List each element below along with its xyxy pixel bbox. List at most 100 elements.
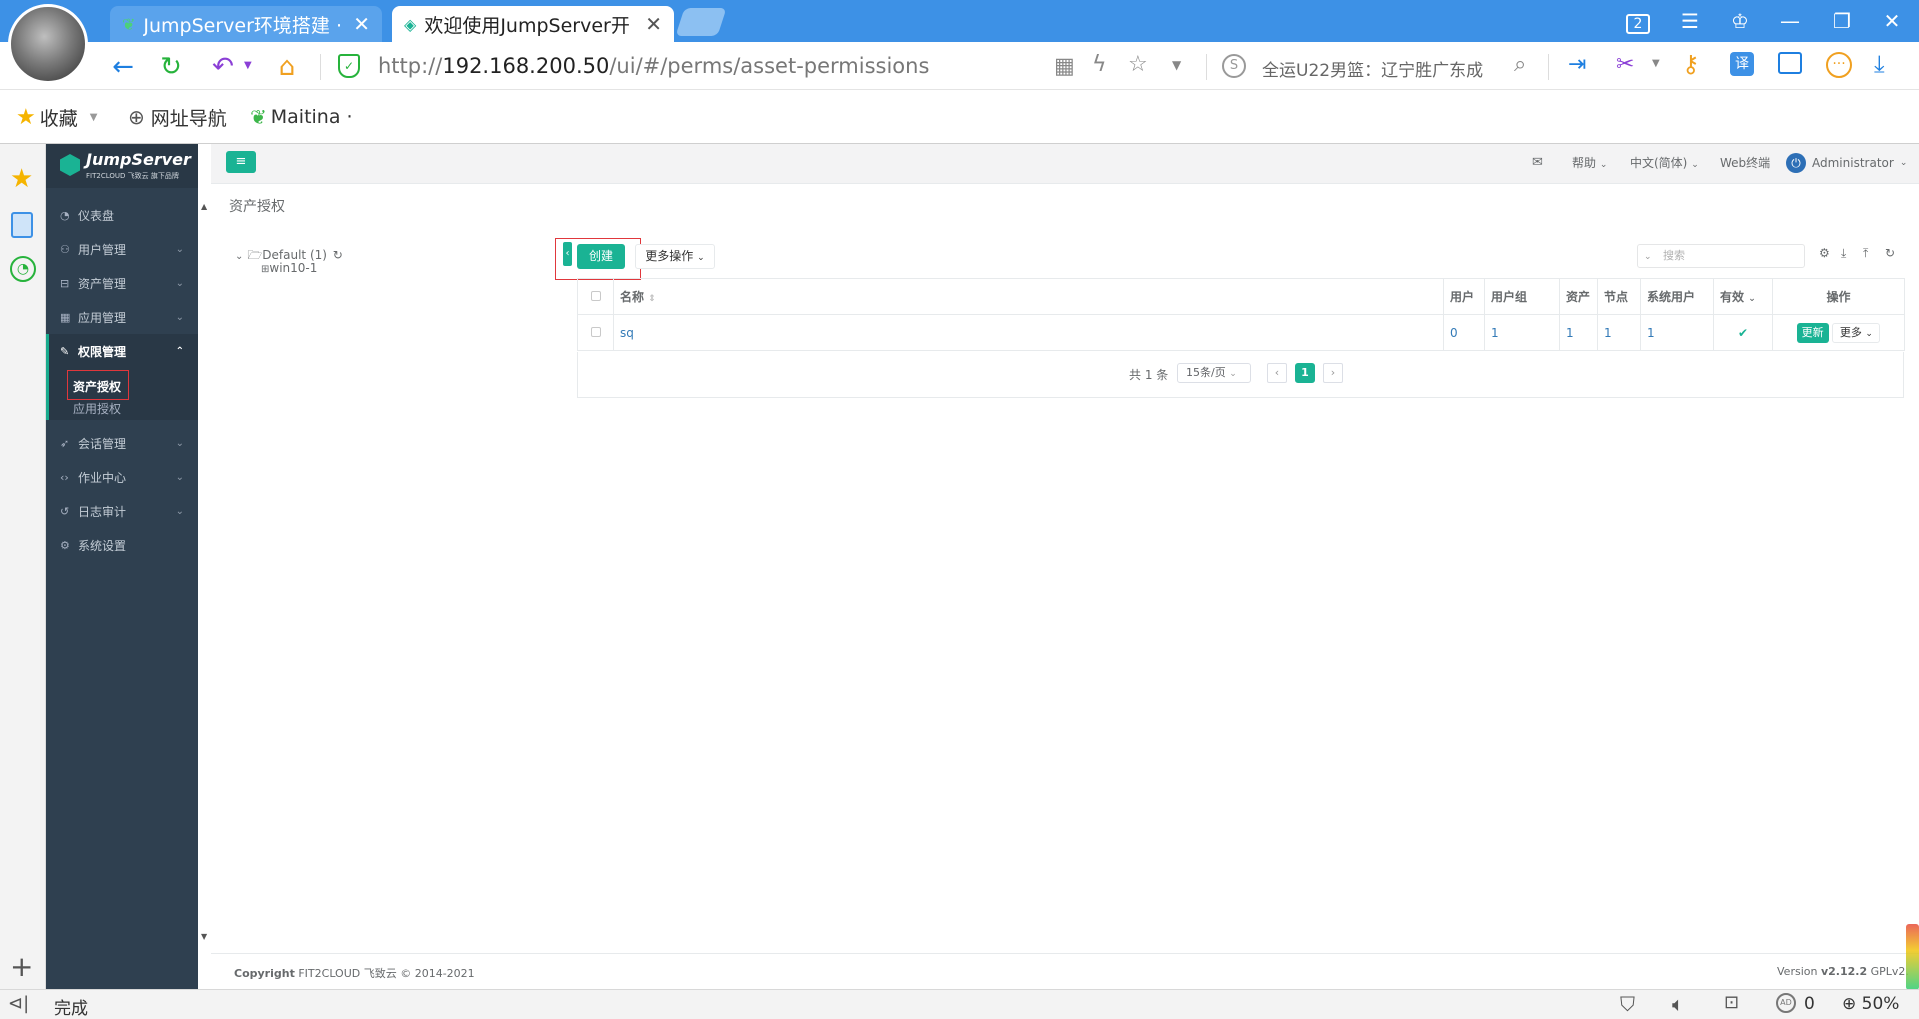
user-menu[interactable]: ⏻ Administrator ⌄ — [1786, 150, 1907, 176]
ad-block-icon[interactable]: AD — [1776, 993, 1796, 1013]
login-icon[interactable]: ⇥ — [1568, 52, 1586, 77]
search-input[interactable]: 全运U22男篮：辽宁胜广东成 — [1262, 56, 1506, 80]
bookmark-favorites[interactable]: ★ 收藏 ▼ — [16, 104, 97, 130]
back-icon[interactable]: ← — [106, 50, 140, 84]
users-count-link[interactable]: 0 — [1450, 326, 1458, 340]
minimize-button[interactable]: — — [1770, 8, 1810, 34]
refresh-icon[interactable]: ↻ — [333, 248, 343, 262]
zoom-control[interactable]: ⊕ 50% — [1842, 994, 1899, 1014]
chevron-down-icon[interactable]: ▼ — [1172, 58, 1181, 72]
security-shield-icon[interactable]: ✓ — [338, 54, 360, 78]
close-icon[interactable]: ✕ — [645, 12, 662, 36]
qr-code-icon[interactable]: ▦ — [1054, 54, 1075, 79]
sidebar-item-sessions[interactable]: ➶ 会话管理 ⌄ — [46, 426, 198, 460]
tab-jumpserver-welcome[interactable]: ◈ 欢迎使用JumpServer开 ✕ — [392, 6, 674, 42]
undo-icon[interactable]: ↶ — [206, 50, 240, 84]
sidebar-item-users[interactable]: ⚇ 用户管理 ⌄ — [46, 232, 198, 266]
row-checkbox[interactable] — [577, 314, 614, 351]
user-groups-count-link[interactable]: 1 — [1491, 326, 1499, 340]
tab-counter[interactable]: 2 — [1618, 8, 1658, 34]
shield-icon[interactable]: ⛉ — [1620, 992, 1635, 1016]
import-icon[interactable]: ⤒ — [1863, 246, 1868, 261]
page-size-select[interactable]: 15条/页 ⌄ — [1177, 363, 1251, 383]
scissors-icon[interactable]: ✂ — [1616, 52, 1634, 77]
column-name[interactable]: 名称 ⇕ — [613, 278, 1444, 315]
sidebar-item-dashboard[interactable]: ◔ 仪表盘 — [46, 198, 198, 232]
menu-icon[interactable]: ☰ — [1670, 8, 1710, 34]
skin-icon[interactable]: ♔ — [1720, 8, 1760, 34]
sidebar-item-settings[interactable]: ⚙ 系统设置 — [46, 528, 198, 562]
lightning-icon[interactable]: ϟ — [1092, 52, 1107, 77]
search-icon[interactable]: ⌕ — [1514, 52, 1526, 77]
sidebar-item-assets[interactable]: ⊟ 资产管理 ⌄ — [46, 266, 198, 300]
restore-button[interactable]: ❐ — [1822, 8, 1862, 34]
power-icon: ⏻ — [1786, 153, 1806, 173]
permission-name-link[interactable]: sq — [620, 326, 634, 340]
nodes-count-link[interactable]: 1 — [1604, 326, 1612, 340]
scroll-up-arrow[interactable]: ▲ — [201, 202, 207, 211]
bookmark-maitina[interactable]: ❦ Maitina · — [250, 104, 353, 130]
sidebar-scrollbar[interactable]: ▲ ▼ — [198, 144, 211, 949]
sidebar-item-audit[interactable]: ↺ 日志审计 ⌄ — [46, 494, 198, 528]
row-more-dropdown[interactable]: 更多 ⌄ — [1832, 322, 1881, 343]
select-all-checkbox[interactable] — [577, 278, 614, 315]
next-page-button[interactable]: › — [1323, 363, 1343, 383]
star-icon[interactable]: ☆ — [1128, 52, 1148, 77]
tree-node[interactable]: ⊞win10-1 — [261, 261, 317, 275]
sidebar-toggle-icon[interactable]: ⊲| — [8, 993, 29, 1014]
close-icon[interactable]: ✕ — [353, 12, 370, 36]
add-panel-icon[interactable]: + — [10, 950, 33, 983]
chevron-down-icon[interactable]: ▼ — [1652, 58, 1660, 69]
sort-icon[interactable]: ⇕ — [648, 294, 656, 304]
more-actions-dropdown[interactable]: 更多操作 ⌄ — [635, 244, 715, 269]
column-valid[interactable]: 有效 ⌄ — [1713, 278, 1773, 315]
refresh-icon[interactable]: ↻ — [1885, 246, 1895, 260]
settings-icon[interactable]: ⚙ — [1819, 246, 1830, 260]
app-logo[interactable]: JumpServer FIT2CLOUD 飞致云 旗下品牌 — [46, 144, 198, 188]
prev-page-button[interactable]: ‹ — [1267, 363, 1287, 383]
page-1-button[interactable]: 1 — [1295, 363, 1315, 383]
close-window-button[interactable]: ✕ — [1872, 8, 1912, 34]
bookmark-nav[interactable]: ⊕ 网址导航 — [128, 104, 227, 130]
speaker-icon[interactable]: 🔈︎ — [1672, 992, 1684, 1016]
chevron-down-icon[interactable]: ⌄ — [235, 251, 243, 262]
sidebar-item-asset-permissions[interactable]: 资产授权 — [73, 378, 121, 395]
tablet-icon[interactable] — [11, 212, 33, 238]
new-tab-button[interactable] — [675, 8, 727, 36]
app-sidebar: ◔ 仪表盘 ⚇ 用户管理 ⌄ ⊟ 资产管理 ⌄ ▦ 应用管理 ⌄ ✎ 权限管理 … — [46, 144, 198, 989]
briefcase-icon[interactable]: ⊡ — [1724, 992, 1739, 1013]
export-icon[interactable]: ⤓ — [1841, 246, 1846, 261]
sidebar-item-applications[interactable]: ▦ 应用管理 ⌄ — [46, 300, 198, 334]
avatar[interactable] — [8, 4, 88, 84]
sidebar-item-permissions[interactable]: ✎ 权限管理 ⌃ — [46, 334, 198, 368]
web-terminal-link[interactable]: Web终端 — [1720, 150, 1770, 176]
sidebar-item-jobs[interactable]: ‹› 作业中心 ⌄ — [46, 460, 198, 494]
sidebar-item-app-permissions[interactable]: 应用授权 — [73, 400, 121, 417]
refresh-icon[interactable]: ↻ — [154, 50, 188, 84]
search-input[interactable]: ⌄ 搜索 — [1637, 244, 1805, 268]
home-icon[interactable]: ⌂ — [270, 50, 304, 84]
scroll-down-arrow[interactable]: ▼ — [201, 932, 207, 941]
system-users-count-link[interactable]: 1 — [1647, 326, 1655, 340]
url-field[interactable]: http://192.168.200.50/ui/#/perms/asset-p… — [378, 50, 1018, 82]
language-menu[interactable]: 中文(简体) ⌄ — [1630, 150, 1699, 176]
mail-icon[interactable]: ✉ — [1532, 150, 1543, 176]
toggle-sidebar-button[interactable]: ≡ — [226, 151, 256, 173]
more-icon[interactable]: ··· — [1826, 52, 1852, 78]
chevron-down-icon[interactable]: ⌄ — [1748, 294, 1756, 304]
update-button[interactable]: 更新 — [1796, 322, 1829, 343]
pagination-total: 共 1 条 — [1129, 368, 1169, 382]
tab-jumpserver-setup[interactable]: ❦ JumpServer环境搭建 · ✕ — [110, 6, 382, 42]
assets-count-link[interactable]: 1 — [1566, 326, 1574, 340]
translate-icon[interactable]: 译 — [1730, 52, 1754, 76]
favorites-star-icon[interactable]: ★ — [10, 164, 33, 194]
search-engine-icon[interactable]: S — [1222, 54, 1246, 78]
screenshot-icon[interactable] — [1778, 52, 1802, 74]
help-menu[interactable]: 帮助 ⌄ — [1572, 150, 1607, 176]
chevron-down-icon[interactable]: ▼ — [90, 112, 98, 123]
chevron-down-icon[interactable]: ▼ — [244, 60, 252, 71]
key-icon[interactable]: ⚷ — [1682, 50, 1700, 78]
history-clock-icon[interactable]: ◔ — [10, 256, 36, 282]
download-icon[interactable]: ⤓ — [1874, 50, 1885, 78]
create-button[interactable]: 创建 — [577, 244, 625, 269]
